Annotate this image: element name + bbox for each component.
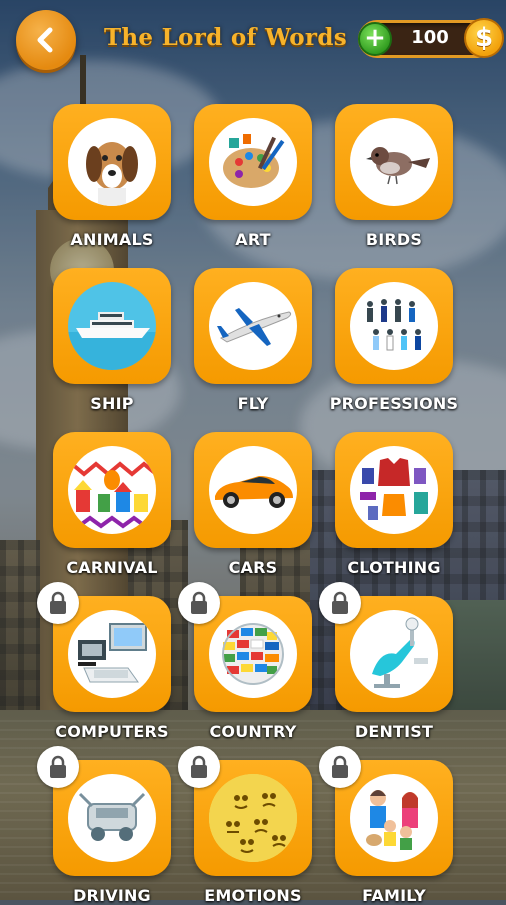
family-icon xyxy=(366,790,418,850)
category-tile-clothing[interactable]: CLOTHING xyxy=(335,432,455,577)
category-tile-fly[interactable]: FLY xyxy=(194,268,314,413)
back-arrow-icon xyxy=(37,27,53,53)
tile-label: CARNIVAL xyxy=(66,558,158,577)
tile-label: SHIP xyxy=(90,394,134,413)
flags-globe-icon xyxy=(222,623,284,685)
category-tile-computers[interactable]: COMPUTERS xyxy=(37,582,173,741)
category-tile-art[interactable]: ART xyxy=(194,104,314,249)
category-tile-professions[interactable]: PROFESSIONS xyxy=(330,268,458,413)
driving-icon xyxy=(78,792,146,841)
tile-label: FAMILY xyxy=(362,886,426,905)
airplane-icon xyxy=(217,308,292,346)
category-tile-driving[interactable]: DRIVING xyxy=(37,746,173,905)
category-grid: ANIMALS ART BIRDS SHIP FLY PROFESSIONS C… xyxy=(0,0,506,905)
tile-label: BIRDS xyxy=(365,230,423,249)
category-tile-birds[interactable]: BIRDS xyxy=(335,104,455,249)
tile-label: DRIVING xyxy=(73,886,151,905)
people-icon xyxy=(367,299,421,351)
dentist-chair-icon xyxy=(372,617,428,688)
category-tile-emotions[interactable]: EMOTIONS xyxy=(178,746,314,905)
coin-count: 100 xyxy=(411,27,449,48)
tile-label: PROFESSIONS xyxy=(329,394,459,413)
category-tile-ship[interactable]: SHIP xyxy=(53,268,173,413)
category-tile-cars[interactable]: CARS xyxy=(194,432,314,577)
computer-icon xyxy=(78,623,147,683)
lock-icon xyxy=(37,746,79,788)
category-tile-carnival[interactable]: CARNIVAL xyxy=(53,432,173,577)
top-bar: The Lord of Words + 100 $ xyxy=(0,0,506,80)
lock-icon xyxy=(319,582,361,624)
sparrow-icon xyxy=(366,147,430,185)
category-tile-animals[interactable]: ANIMALS xyxy=(53,104,173,249)
plus-icon: + xyxy=(364,23,386,53)
tile-label: FLY xyxy=(237,394,269,413)
tile-label: CLOTHING xyxy=(347,558,441,577)
tile-label: ART xyxy=(235,230,271,249)
tile-label: COMPUTERS xyxy=(55,722,169,741)
carnival-icon xyxy=(68,461,156,529)
dollar-coin-icon: $ xyxy=(464,18,504,58)
add-coins-button[interactable]: + xyxy=(358,22,392,56)
tile-label: COUNTRY xyxy=(209,722,297,741)
tile-label: ANIMALS xyxy=(70,230,154,249)
category-tile-dentist[interactable]: DENTIST xyxy=(319,582,455,741)
yacht-icon xyxy=(68,312,156,370)
category-tile-country[interactable]: COUNTRY xyxy=(178,582,314,741)
tile-label: EMOTIONS xyxy=(204,886,302,905)
category-tile-family[interactable]: FAMILY xyxy=(319,746,455,905)
lock-icon xyxy=(178,582,220,624)
tile-label: DENTIST xyxy=(354,722,434,741)
clothes-icon xyxy=(360,458,428,520)
lock-icon xyxy=(37,582,79,624)
emoji-faces-icon xyxy=(209,774,297,862)
palette-icon xyxy=(223,134,285,188)
back-button[interactable] xyxy=(16,10,76,70)
app-title: The Lord of Words xyxy=(104,24,347,51)
dog-icon xyxy=(86,142,138,206)
sports-car-icon xyxy=(215,476,293,508)
tile-label: CARS xyxy=(228,558,278,577)
lock-icon xyxy=(319,746,361,788)
lock-icon xyxy=(178,746,220,788)
